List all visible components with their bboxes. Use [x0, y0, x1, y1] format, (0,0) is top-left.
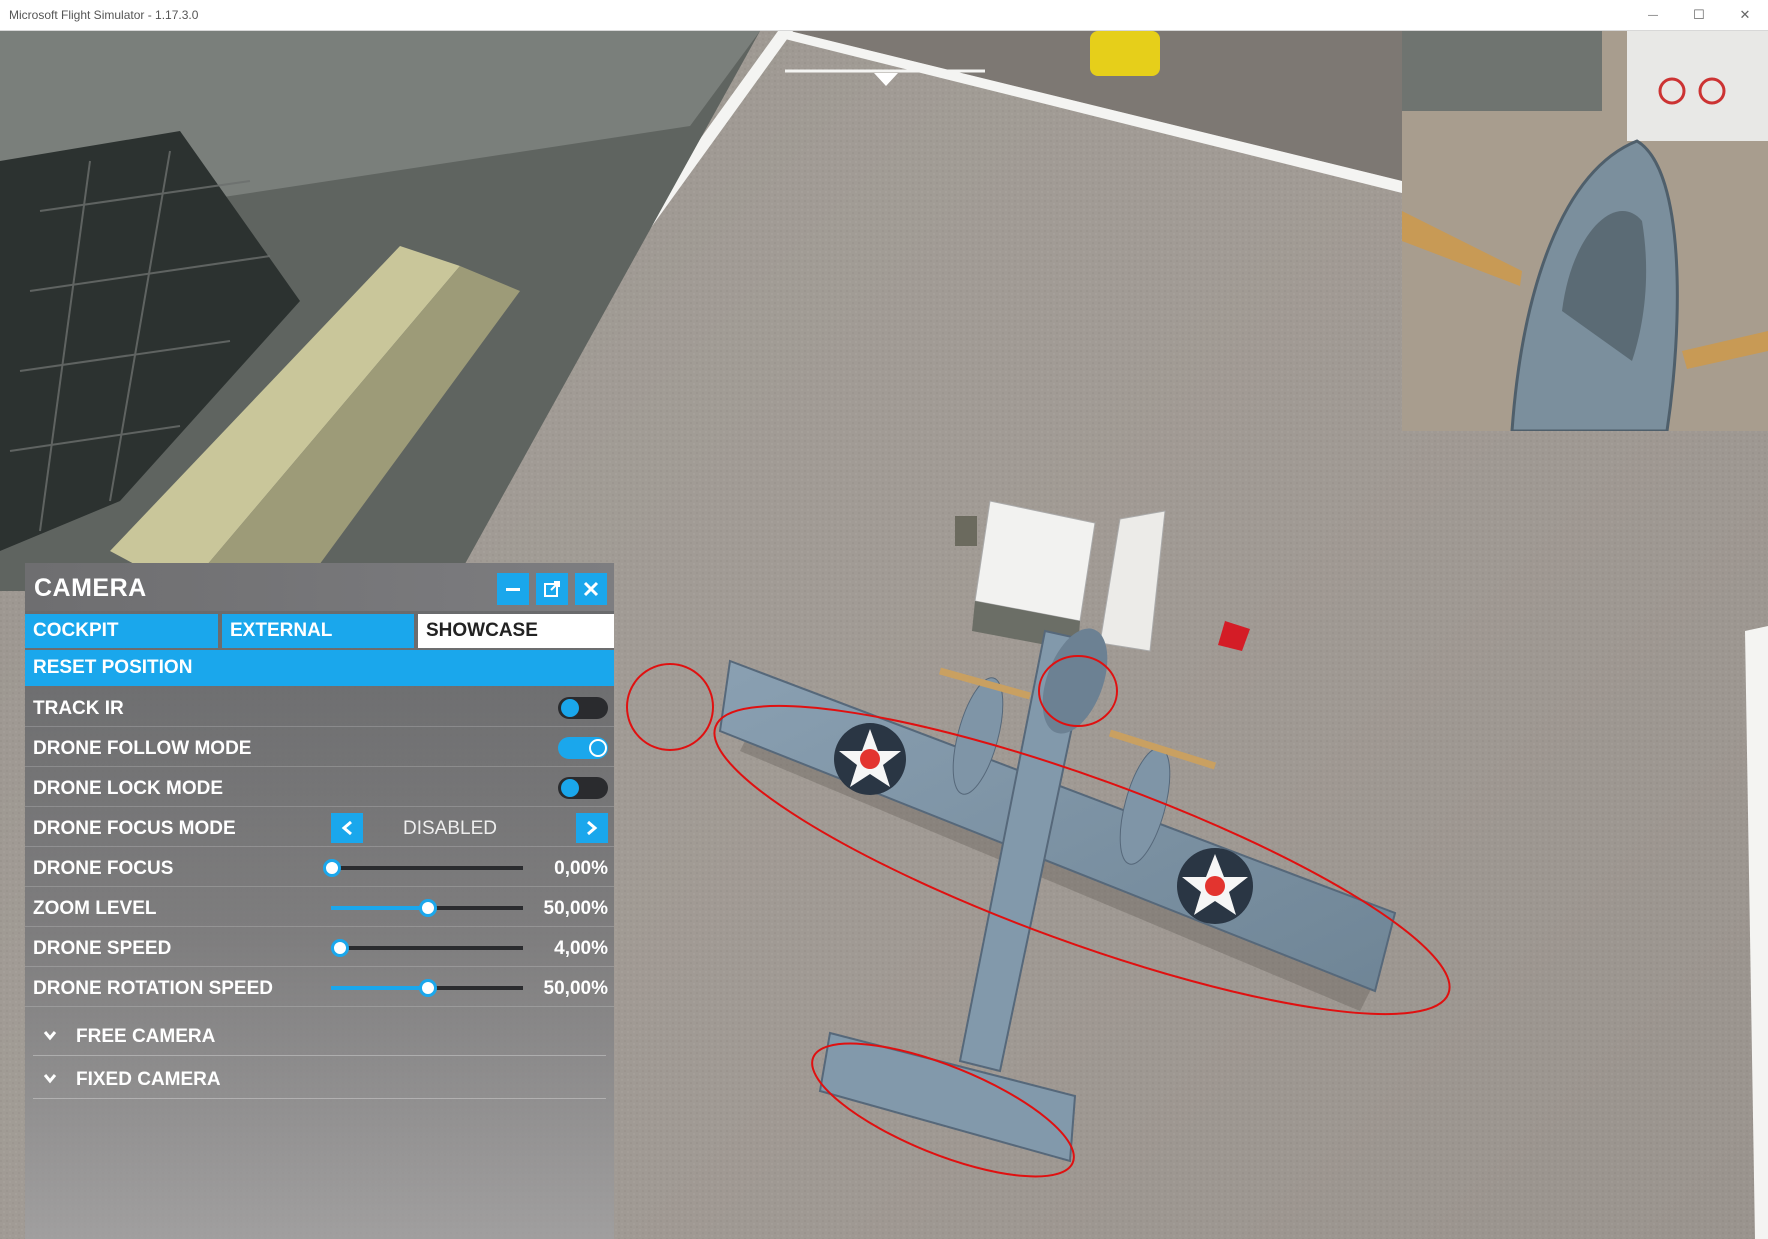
drone-focus-mode-label: DRONE FOCUS MODE — [33, 818, 236, 839]
drone-focus-row: DRONE FOCUS 0,00% — [25, 848, 614, 887]
track-ir-row: TRACK IR — [25, 688, 614, 727]
chevron-down-icon — [43, 1074, 57, 1084]
cockpit-zoom-inset — [1402, 31, 1768, 431]
drone-rotation-speed-slider[interactable] — [331, 979, 523, 997]
camera-panel: CAMERA COCKPIT EXTERNAL SHOWCASE RESET P… — [25, 563, 614, 1239]
inset-graphics — [1402, 31, 1768, 431]
track-ir-toggle[interactable] — [558, 697, 608, 719]
drone-lock-mode-row: DRONE LOCK MODE — [25, 768, 614, 807]
window-title: Microsoft Flight Simulator - 1.17.3.0 — [9, 8, 199, 22]
drone-speed-row: DRONE SPEED 4,00% — [25, 928, 614, 967]
close-icon: ✕ — [1739, 7, 1751, 22]
slider-thumb[interactable] — [419, 899, 437, 917]
tab-cockpit[interactable]: COCKPIT — [25, 614, 218, 648]
drone-rotation-speed-row: DRONE ROTATION SPEED 50,00% — [25, 968, 614, 1007]
maximize-button[interactable]: ☐ — [1676, 0, 1722, 30]
slider-thumb[interactable] — [323, 859, 341, 877]
free-camera-section[interactable]: FREE CAMERA — [33, 1016, 606, 1056]
drone-follow-mode-label: DRONE FOLLOW MODE — [33, 738, 252, 759]
zoom-level-label: ZOOM LEVEL — [33, 898, 157, 919]
focus-mode-next-button[interactable] — [576, 813, 608, 843]
panel-popout-button[interactable] — [536, 573, 568, 605]
reset-position-button[interactable]: RESET POSITION — [25, 650, 614, 686]
chevron-left-icon — [341, 821, 352, 835]
maximize-icon: ☐ — [1693, 7, 1705, 22]
toggle-knob — [589, 739, 607, 757]
zoom-level-slider[interactable] — [331, 899, 523, 917]
free-camera-label: FREE CAMERA — [76, 1026, 216, 1047]
minimize-button[interactable]: — — [1630, 0, 1676, 30]
drone-focus-label: DRONE FOCUS — [33, 858, 174, 879]
panel-close-button[interactable] — [575, 573, 607, 605]
chevron-right-icon — [587, 821, 598, 835]
minimize-icon — [506, 588, 520, 591]
slider-thumb[interactable] — [419, 979, 437, 997]
drone-speed-label: DRONE SPEED — [33, 938, 172, 959]
popout-icon — [544, 581, 560, 597]
drone-rotation-speed-value: 50,00% — [543, 978, 608, 999]
drone-speed-value: 4,00% — [554, 938, 608, 959]
minimize-icon: — — [1648, 9, 1658, 21]
drone-follow-mode-toggle[interactable] — [558, 737, 608, 759]
drone-speed-slider[interactable] — [330, 939, 523, 957]
camera-tabs: COCKPIT EXTERNAL SHOWCASE — [25, 614, 614, 648]
zoom-level-value: 50,00% — [543, 898, 608, 919]
panel-title: CAMERA — [34, 574, 147, 602]
zoom-level-row: ZOOM LEVEL 50,00% — [25, 888, 614, 927]
tab-showcase[interactable]: SHOWCASE — [418, 614, 614, 648]
close-window-button[interactable]: ✕ — [1722, 0, 1768, 30]
drone-lock-mode-label: DRONE LOCK MODE — [33, 778, 223, 799]
tab-external[interactable]: EXTERNAL — [222, 614, 414, 648]
drone-follow-mode-row: DRONE FOLLOW MODE — [25, 728, 614, 767]
drone-focus-mode-row: DRONE FOCUS MODE DISABLED — [25, 808, 614, 847]
drone-lock-mode-toggle[interactable] — [558, 777, 608, 799]
close-icon — [583, 581, 599, 597]
slider-thumb[interactable] — [330, 939, 349, 957]
focus-mode-value: DISABLED — [403, 818, 497, 839]
toggle-knob — [561, 779, 579, 797]
track-ir-label: TRACK IR — [33, 698, 124, 719]
drone-focus-slider[interactable] — [323, 859, 523, 877]
toggle-knob — [561, 699, 579, 717]
slider-fill — [331, 986, 427, 990]
slider-fill — [331, 906, 427, 910]
drone-rotation-speed-label: DRONE ROTATION SPEED — [33, 978, 273, 999]
chevron-down-icon — [43, 1031, 57, 1041]
camera-panel-header[interactable]: CAMERA — [25, 563, 614, 611]
window-titlebar: Microsoft Flight Simulator - 1.17.3.0 — … — [0, 0, 1768, 31]
drone-focus-value: 0,00% — [554, 858, 608, 879]
fixed-camera-label: FIXED CAMERA — [76, 1069, 221, 1090]
fixed-camera-section[interactable]: FIXED CAMERA — [33, 1059, 606, 1099]
panel-minimize-button[interactable] — [497, 573, 529, 605]
